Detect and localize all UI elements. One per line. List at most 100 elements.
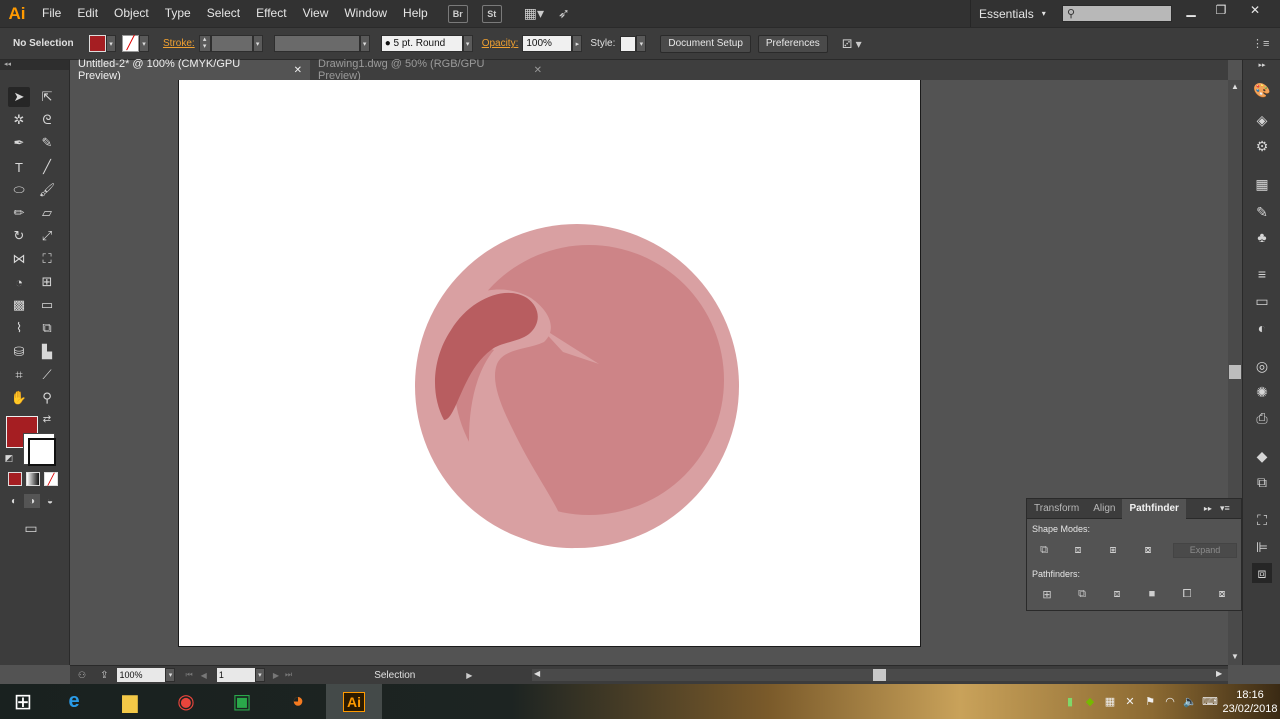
cc-libraries-icon[interactable]: ⚙ bbox=[1252, 136, 1272, 156]
arrange-icon[interactable]: ⚂ ▾ bbox=[842, 37, 862, 51]
intersect-icon[interactable]: ⧆ bbox=[1105, 543, 1121, 557]
panel-menu-icon[interactable]: ⋮≡ bbox=[1252, 37, 1269, 50]
width-tool-icon[interactable]: ⋈ bbox=[8, 249, 30, 269]
first-artboard-icon[interactable]: ⏮ bbox=[185, 670, 192, 680]
scroll-up-icon[interactable]: ▲ bbox=[1231, 82, 1239, 91]
opacity-arrow-icon[interactable]: ▸ bbox=[572, 35, 583, 52]
volume-icon[interactable]: 🔈 bbox=[1181, 694, 1199, 710]
bridge-button[interactable]: Br bbox=[447, 4, 468, 23]
pencil-tool-icon[interactable]: ✏ bbox=[8, 203, 30, 223]
transparency-icon[interactable]: ◐ bbox=[1252, 318, 1272, 338]
merge-icon[interactable]: ⧈ bbox=[1109, 587, 1125, 601]
expand-button[interactable]: Expand bbox=[1173, 543, 1237, 558]
minus-back-icon[interactable]: ⧇ bbox=[1214, 587, 1230, 601]
last-artboard-icon[interactable]: ⏭ bbox=[285, 670, 292, 680]
stroke-color-swatch[interactable]: ╱ bbox=[122, 35, 139, 52]
blend-tool-icon[interactable]: ⧉ bbox=[36, 318, 58, 338]
none-mode-icon[interactable]: ╱ bbox=[44, 472, 58, 486]
column-graph-tool-icon[interactable]: ▙ bbox=[36, 342, 58, 362]
brush-definition[interactable]: ● 5 pt. Round bbox=[380, 35, 463, 52]
lasso-tool-icon[interactable]: ᘓ bbox=[36, 110, 58, 130]
screen-mode-icon[interactable]: ▭ bbox=[20, 518, 42, 538]
file-explorer-icon[interactable]: ▆ bbox=[102, 684, 158, 719]
share-icon[interactable]: ⇪ bbox=[100, 670, 108, 681]
opacity-field[interactable]: 100% bbox=[522, 35, 573, 52]
tab-drawing1[interactable]: Drawing1.dwg @ 50% (RGB/GPU Preview) ✕ bbox=[310, 58, 550, 82]
panel-collapse-icon[interactable]: ▸▸ bbox=[1204, 504, 1212, 513]
search-input[interactable]: ⚲ bbox=[1062, 5, 1172, 22]
magic-wand-tool-icon[interactable]: ✲ bbox=[8, 110, 30, 130]
line-tool-icon[interactable]: ╱ bbox=[36, 157, 58, 177]
eraser-tool-icon[interactable]: ▱ bbox=[36, 203, 58, 223]
pathfinder-dock-icon[interactable]: ⧈ bbox=[1252, 563, 1272, 583]
dock-collapse-icon[interactable]: ▸▸ bbox=[1252, 60, 1272, 70]
preferences-button[interactable]: Preferences bbox=[757, 34, 828, 53]
opacity-label[interactable]: Opacity: bbox=[482, 38, 519, 49]
stroke-weight-stepper[interactable]: ▴ ▾ bbox=[198, 35, 211, 52]
graphic-style-swatch[interactable] bbox=[620, 35, 637, 52]
next-artboard-icon[interactable]: ▶ bbox=[273, 671, 279, 680]
color-panel-icon[interactable]: 🎨 bbox=[1252, 80, 1272, 100]
scroll-right-icon[interactable]: ▶ bbox=[1216, 669, 1222, 678]
tab-pathfinder[interactable]: Pathfinder bbox=[1122, 498, 1186, 519]
restore-button[interactable]: ❐ bbox=[1206, 0, 1236, 20]
scale-tool-icon[interactable]: ⤢ bbox=[36, 226, 58, 246]
menu-select[interactable]: Select bbox=[199, 0, 248, 27]
minus-front-icon[interactable]: ⧈ bbox=[1070, 543, 1086, 557]
crop-icon[interactable]: ■ bbox=[1144, 587, 1160, 601]
chrome-icon[interactable]: ◉ bbox=[158, 684, 214, 719]
menu-edit[interactable]: Edit bbox=[69, 0, 106, 27]
gpu-icon[interactable]: ⚇ bbox=[78, 670, 86, 681]
arrange-documents-icon[interactable]: ▦▾ bbox=[524, 5, 544, 22]
wifi-icon[interactable]: ◠ bbox=[1161, 694, 1179, 710]
close-button[interactable]: ✕ bbox=[1240, 0, 1270, 20]
zoom-field[interactable]: 100% bbox=[117, 668, 166, 682]
clock[interactable]: 18:16 23/02/2018 bbox=[1220, 688, 1280, 716]
fill-dropdown-icon[interactable]: ▾ bbox=[106, 35, 116, 52]
layers-icon[interactable]: ◆ bbox=[1252, 446, 1272, 466]
transform-icon[interactable]: ⛶ bbox=[1252, 510, 1272, 530]
artboard-dropdown-icon[interactable]: ▾ bbox=[254, 668, 265, 682]
hand-tool-icon[interactable]: ✋ bbox=[8, 388, 30, 408]
previous-artboard-icon[interactable]: ◀ bbox=[201, 671, 207, 680]
symbols-icon[interactable]: ♣ bbox=[1252, 227, 1272, 247]
default-colors-icon[interactable]: ◩ bbox=[3, 452, 15, 464]
menu-effect[interactable]: Effect bbox=[248, 0, 294, 27]
battery-icon[interactable]: ▮ bbox=[1061, 694, 1079, 710]
profile-dropdown-icon[interactable]: ▾ bbox=[359, 35, 370, 52]
gpu-performance-icon[interactable]: ➶ bbox=[558, 5, 570, 22]
nvidia-icon[interactable]: ◆ bbox=[1081, 694, 1099, 710]
appearance-icon[interactable]: ◎ bbox=[1252, 356, 1272, 376]
unite-icon[interactable]: ⧉ bbox=[1036, 543, 1052, 557]
artboards-icon[interactable]: ⧉ bbox=[1252, 472, 1272, 492]
fill-color-swatch[interactable] bbox=[89, 35, 106, 52]
brushes-icon[interactable]: ✎ bbox=[1252, 202, 1272, 222]
slice-tool-icon[interactable]: ⟋ bbox=[36, 365, 58, 385]
draw-inside-icon[interactable]: ◒ bbox=[42, 494, 58, 508]
network-icon[interactable]: ▦ bbox=[1101, 694, 1119, 710]
artboard-number-field[interactable]: 1 bbox=[216, 668, 255, 682]
symbol-sprayer-tool-icon[interactable]: ⛁ bbox=[8, 342, 30, 362]
outline-icon[interactable]: ⧠ bbox=[1179, 587, 1195, 601]
scroll-down-icon[interactable]: ▼ bbox=[1231, 652, 1239, 661]
ellipse-tool-icon[interactable]: ⬭ bbox=[8, 180, 30, 200]
flag-icon[interactable]: ⚑ bbox=[1141, 694, 1159, 710]
trim-icon[interactable]: ⧉ bbox=[1074, 587, 1090, 601]
color-mode-icon[interactable] bbox=[8, 472, 22, 486]
free-transform-tool-icon[interactable]: ⛶ bbox=[36, 249, 58, 269]
vertical-scroll-thumb[interactable] bbox=[1229, 365, 1241, 379]
stroke-label[interactable]: Stroke: bbox=[163, 38, 195, 49]
mesh-tool-icon[interactable]: ▩ bbox=[8, 295, 30, 315]
type-tool-icon[interactable]: T bbox=[8, 157, 30, 177]
stroke-dropdown-icon[interactable]: ▾ bbox=[139, 35, 149, 52]
brush-dropdown-icon[interactable]: ▾ bbox=[462, 35, 473, 52]
scroll-left-icon[interactable]: ◀ bbox=[534, 669, 540, 678]
gradient-mode-icon[interactable] bbox=[26, 472, 40, 486]
color-guide-icon[interactable]: ◈ bbox=[1252, 110, 1272, 130]
tab-align[interactable]: Align bbox=[1086, 499, 1122, 519]
menu-file[interactable]: File bbox=[34, 0, 69, 27]
menu-view[interactable]: View bbox=[295, 0, 337, 27]
close-icon[interactable]: ✕ bbox=[534, 65, 542, 76]
curvature-tool-icon[interactable]: ✎ bbox=[36, 133, 58, 153]
perspective-grid-tool-icon[interactable]: ⊞ bbox=[36, 272, 58, 292]
